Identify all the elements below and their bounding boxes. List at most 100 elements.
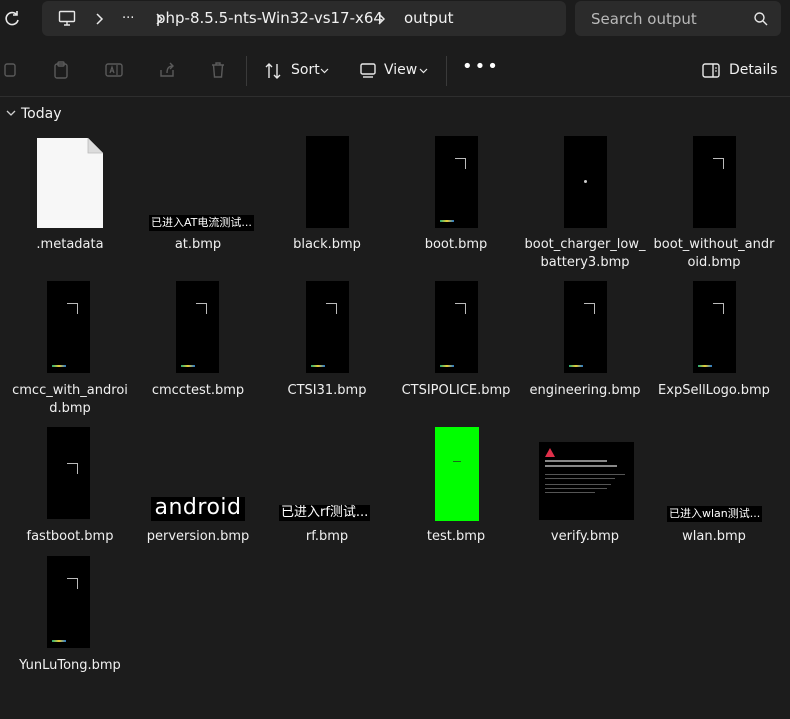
file-name: fastboot.bmp	[26, 529, 114, 544]
file-name: ExpSellLogo.bmp	[658, 383, 770, 398]
breadcrumb-overflow[interactable]: ···	[122, 1, 134, 36]
file-item[interactable]: 已进入rf测试... rf.bmp	[263, 424, 391, 564]
thumbnail-image	[176, 281, 219, 373]
thumbnail-footer	[52, 365, 66, 367]
file-item[interactable]: android perversion.bmp	[134, 424, 262, 564]
thumbnail-image	[47, 556, 90, 648]
file-item[interactable]: black.bmp	[263, 132, 391, 272]
thumbnail-image	[435, 281, 478, 373]
sort-button[interactable]: Sort	[262, 52, 334, 88]
file-name: perversion.bmp	[146, 529, 250, 544]
search-icon[interactable]	[753, 11, 769, 27]
file-item[interactable]: CTSI31.bmp	[263, 278, 391, 418]
thumbnail-image	[693, 281, 736, 373]
this-pc-icon[interactable]	[58, 10, 76, 27]
file-item[interactable]: 已进入wlan测试... wlan.bmp	[650, 424, 778, 564]
thumbnail-image	[539, 442, 634, 520]
thumbnail-image	[564, 281, 607, 373]
file-name: boot_without_android.bmp	[653, 237, 775, 270]
brand-logo-icon	[66, 463, 78, 474]
thumbnail-footer	[440, 220, 454, 222]
file-item[interactable]: engineering.bmp	[521, 278, 649, 418]
view-label: View	[384, 62, 418, 78]
chevron-right-icon	[96, 13, 104, 25]
file-name: verify.bmp	[550, 529, 620, 544]
chevron-down-icon	[419, 68, 428, 74]
thumbnail-image	[47, 427, 90, 519]
address-bar-row: ··· php-8.5.5-nts-Win32-vs17-x64 output	[0, 0, 790, 42]
thumbnail-line	[545, 478, 615, 479]
thumbnail-footer	[698, 365, 712, 367]
thumbnail-footer	[181, 365, 195, 367]
details-pane-button[interactable]: Details	[700, 52, 778, 88]
command-bar: Sort View ••• Details	[0, 44, 790, 97]
thumbnail-text: 已进入rf测试...	[279, 505, 371, 521]
file-name: cmcc_with_android.bmp	[12, 383, 128, 416]
thumbnail-image	[564, 136, 607, 228]
brand-logo-icon	[712, 158, 724, 169]
thumbnail-text: 已进入AT电流测试...	[149, 215, 254, 231]
file-item[interactable]: cmcctest.bmp	[134, 278, 262, 418]
breadcrumb-parent-folder[interactable]: php-8.5.5-nts-Win32-vs17-x64	[156, 1, 383, 36]
thumbnail-footer	[52, 640, 66, 642]
delete-icon[interactable]	[208, 60, 228, 80]
thumbnail-image	[306, 281, 349, 373]
thumbnail-line	[545, 474, 625, 475]
brand-logo-icon	[454, 303, 466, 314]
sort-icon	[265, 63, 281, 79]
brand-logo-icon	[66, 303, 78, 314]
search-input[interactable]	[575, 1, 745, 36]
thumbnail-mark	[453, 461, 461, 462]
file-name: engineering.bmp	[529, 383, 641, 398]
thumbnail-line	[545, 460, 607, 462]
file-item[interactable]: boot_charger_low_battery3.bmp	[521, 132, 649, 272]
address-bar[interactable]: ··· php-8.5.5-nts-Win32-vs17-x64 output	[42, 1, 566, 36]
thumbnail-line	[545, 492, 595, 493]
thumbnail-line	[545, 465, 617, 467]
charging-dot-icon	[584, 180, 587, 183]
refresh-icon[interactable]	[2, 9, 22, 29]
brand-logo-icon	[712, 303, 724, 314]
paste-icon[interactable]	[51, 60, 71, 80]
thumbnail-image	[435, 427, 479, 521]
file-item[interactable]: boot.bmp	[392, 132, 520, 272]
toolbar-divider	[246, 56, 247, 86]
thumbnail-image	[47, 281, 90, 373]
sort-label: Sort	[291, 62, 320, 78]
copy-icon[interactable]	[0, 60, 20, 80]
file-item[interactable]: verify.bmp	[521, 424, 649, 564]
file-item[interactable]: .metadata	[6, 132, 134, 272]
brand-logo-icon	[454, 158, 466, 169]
see-more-button[interactable]: •••	[462, 56, 500, 77]
share-icon[interactable]	[157, 60, 177, 80]
file-item[interactable]: CTSIPOLICE.bmp	[392, 278, 520, 418]
search-box[interactable]	[575, 1, 781, 36]
android-wordmark: android	[151, 497, 245, 521]
thumbnail-line	[545, 484, 611, 485]
file-name: boot_charger_low_battery3.bmp	[524, 237, 646, 270]
warning-icon	[545, 448, 555, 457]
rename-icon[interactable]	[104, 60, 124, 80]
view-icon	[360, 63, 376, 78]
file-item[interactable]: ExpSellLogo.bmp	[650, 278, 778, 418]
view-button[interactable]: View	[358, 52, 432, 88]
file-name: boot.bmp	[424, 237, 488, 252]
details-pane-icon	[702, 63, 720, 78]
thumbnail-image	[693, 136, 736, 228]
file-item[interactable]: test.bmp	[392, 424, 520, 564]
file-item[interactable]: YunLuTong.bmp	[6, 553, 134, 693]
file-item[interactable]: cmcc_with_android.bmp	[6, 278, 134, 418]
chevron-right-icon	[378, 13, 386, 25]
chevron-down-icon	[6, 110, 16, 116]
thumbnail-footer	[311, 365, 325, 367]
file-item[interactable]: fastboot.bmp	[6, 424, 134, 564]
file-item[interactable]: boot_without_android.bmp	[650, 132, 778, 272]
file-name: rf.bmp	[305, 529, 349, 544]
thumbnail-footer	[569, 365, 583, 367]
chevron-down-icon	[320, 68, 329, 74]
file-name: wlan.bmp	[682, 529, 746, 544]
breadcrumb-current-folder[interactable]: output	[404, 1, 453, 36]
file-item[interactable]: 已进入AT电流测试... at.bmp	[134, 132, 262, 272]
thumbnail-text: 已进入wlan测试...	[667, 506, 763, 522]
file-name: black.bmp	[293, 237, 361, 252]
